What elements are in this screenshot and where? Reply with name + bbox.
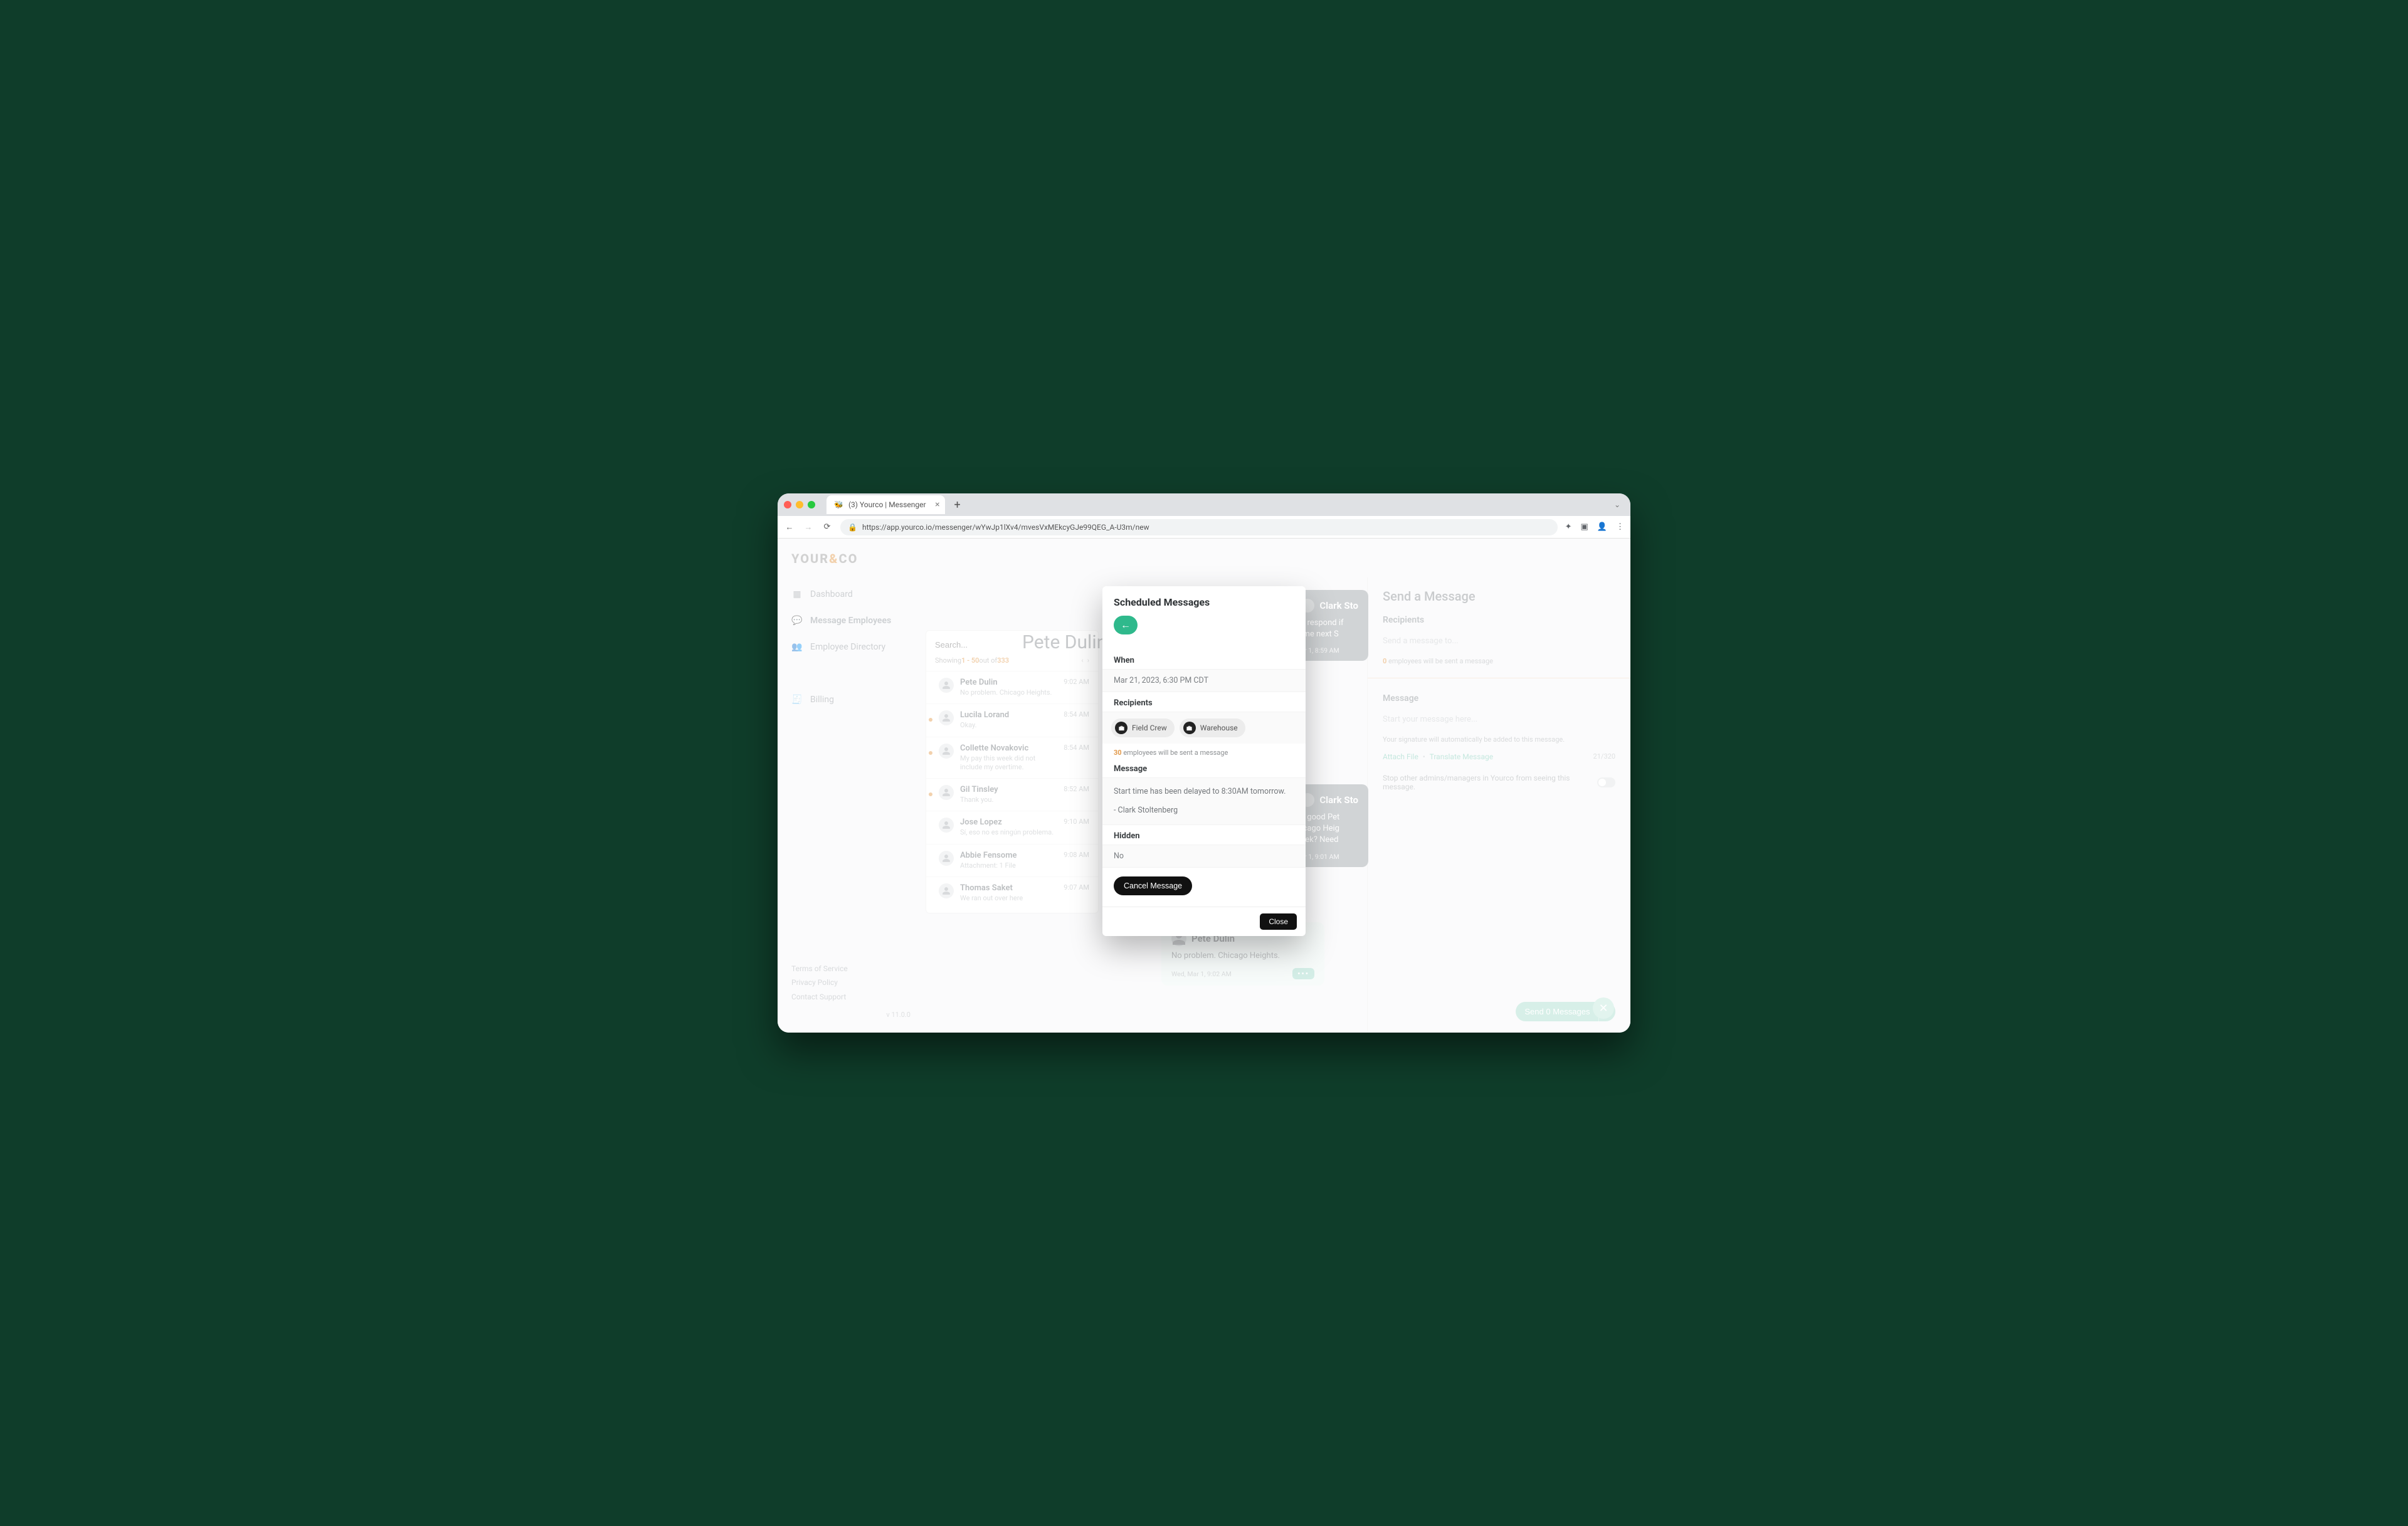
modal-message-body: Start time has been delayed to 8:30AM to… <box>1102 777 1306 825</box>
window-close-icon[interactable] <box>784 501 791 508</box>
browser-tab[interactable]: 🐝 (3) Yourco | Messenger × <box>826 495 945 514</box>
browser-menu-icon[interactable]: ⋮ <box>1616 522 1624 532</box>
tabstrip-menu-icon[interactable]: ⌄ <box>1614 500 1624 509</box>
briefcase-icon <box>1183 722 1196 734</box>
browser-tabstrip: 🐝 (3) Yourco | Messenger × + ⌄ <box>778 493 1630 516</box>
panel-icon[interactable]: ▣ <box>1581 522 1588 532</box>
window-minimize-icon[interactable] <box>796 501 803 508</box>
url-text: https://app.yourco.io/messenger/wYwJp1lX… <box>862 523 1149 532</box>
browser-window: 🐝 (3) Yourco | Messenger × + ⌄ ← → ⟳ 🔒 h… <box>778 493 1630 1033</box>
when-label: When <box>1102 650 1306 669</box>
tab-favicon: 🐝 <box>834 500 843 509</box>
arrow-left-icon: ← <box>1121 619 1131 631</box>
recipient-chip[interactable]: Field Crew <box>1111 718 1175 737</box>
modal-back-button[interactable]: ← <box>1114 616 1138 634</box>
browser-toolbar: ← → ⟳ 🔒 https://app.yourco.io/messenger/… <box>778 516 1630 539</box>
modal-recipients-count: 30 <box>1114 749 1122 757</box>
nav-back-icon[interactable]: ← <box>784 522 795 532</box>
hidden-value: No <box>1102 845 1306 868</box>
chip-label: Field Crew <box>1132 724 1167 732</box>
address-bar[interactable]: 🔒 https://app.yourco.io/messenger/wYwJp1… <box>840 519 1558 535</box>
nav-reload-icon[interactable]: ⟳ <box>821 522 833 532</box>
nav-forward-icon[interactable]: → <box>803 522 814 532</box>
window-controls <box>784 501 815 508</box>
when-value: Mar 21, 2023, 6:30 PM CDT <box>1102 669 1306 692</box>
new-tab-button[interactable]: + <box>950 497 965 512</box>
modal-recipients-note: 30 employees will be sent a message <box>1102 744 1306 758</box>
modal-message-text: Start time has been delayed to 8:30AM to… <box>1114 786 1294 798</box>
modal-message-signature: - Clark Stoltenberg <box>1114 804 1294 817</box>
modal-message-label: Message <box>1102 758 1306 777</box>
hidden-label: Hidden <box>1102 825 1306 845</box>
briefcase-icon <box>1115 722 1127 734</box>
window-zoom-icon[interactable] <box>808 501 815 508</box>
chip-label: Warehouse <box>1200 724 1238 732</box>
modal-title: Scheduled Messages <box>1114 596 1294 608</box>
modal-close-button[interactable]: Close <box>1260 913 1297 930</box>
modal-recipients-rest: employees will be sent a message <box>1122 749 1228 757</box>
recipient-chip[interactable]: Warehouse <box>1180 718 1245 737</box>
cancel-message-button[interactable]: Cancel Message <box>1114 876 1192 895</box>
tab-title: (3) Yourco | Messenger <box>848 500 926 509</box>
recipient-chips: Field Crew Warehouse <box>1102 712 1306 744</box>
profile-icon[interactable]: 👤 <box>1597 522 1607 532</box>
modal-recipients-label: Recipients <box>1102 692 1306 712</box>
scheduled-messages-modal: Scheduled Messages ← When Mar 21, 2023, … <box>1102 586 1306 936</box>
lock-icon: 🔒 <box>848 523 857 532</box>
extensions-icon[interactable]: ✦ <box>1565 522 1572 532</box>
tab-close-icon[interactable]: × <box>935 500 939 510</box>
